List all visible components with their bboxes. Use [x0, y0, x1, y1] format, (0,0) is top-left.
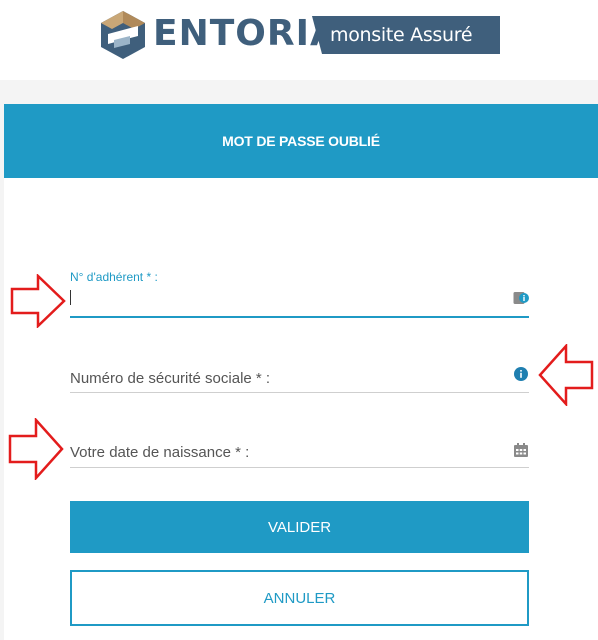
- card-icon[interactable]: [513, 290, 529, 306]
- social-security-field: [70, 362, 529, 394]
- site-header: ENTORIA monsite Assuré: [0, 0, 598, 80]
- annotation-arrow-right-icon: [8, 418, 64, 480]
- brand-name: ENTORIA: [153, 13, 339, 54]
- social-security-underline: [70, 392, 529, 393]
- member-number-field: N° d'adhérent * :: [70, 270, 529, 320]
- member-number-input[interactable]: [70, 289, 500, 307]
- entoria-logo-icon: [101, 11, 145, 59]
- birth-date-input[interactable]: [70, 443, 500, 461]
- submit-button[interactable]: VALIDER: [70, 501, 529, 553]
- brand-tagline-banner: monsite Assuré: [312, 16, 500, 54]
- birth-date-underline: [70, 467, 529, 468]
- card-header: MOT DE PASSE OUBLIÉ: [4, 104, 598, 178]
- member-number-label: N° d'adhérent * :: [70, 270, 158, 284]
- brand-tagline: monsite Assuré: [330, 24, 473, 46]
- birth-date-field: [70, 436, 529, 468]
- page-title: MOT DE PASSE OUBLIÉ: [222, 133, 380, 149]
- annotation-arrow-left-icon: [538, 344, 594, 406]
- page: ENTORIA monsite Assuré MOT DE PASSE OUBL…: [0, 0, 598, 640]
- social-security-input[interactable]: [70, 369, 500, 387]
- cancel-button[interactable]: ANNULER: [70, 570, 529, 626]
- forgot-password-card: MOT DE PASSE OUBLIÉ N° d'adhérent * : Nu…: [4, 104, 598, 640]
- calendar-icon[interactable]: [513, 442, 529, 458]
- info-icon[interactable]: [513, 366, 529, 382]
- annotation-arrow-right-icon: [10, 274, 66, 328]
- member-number-underline: [70, 316, 529, 318]
